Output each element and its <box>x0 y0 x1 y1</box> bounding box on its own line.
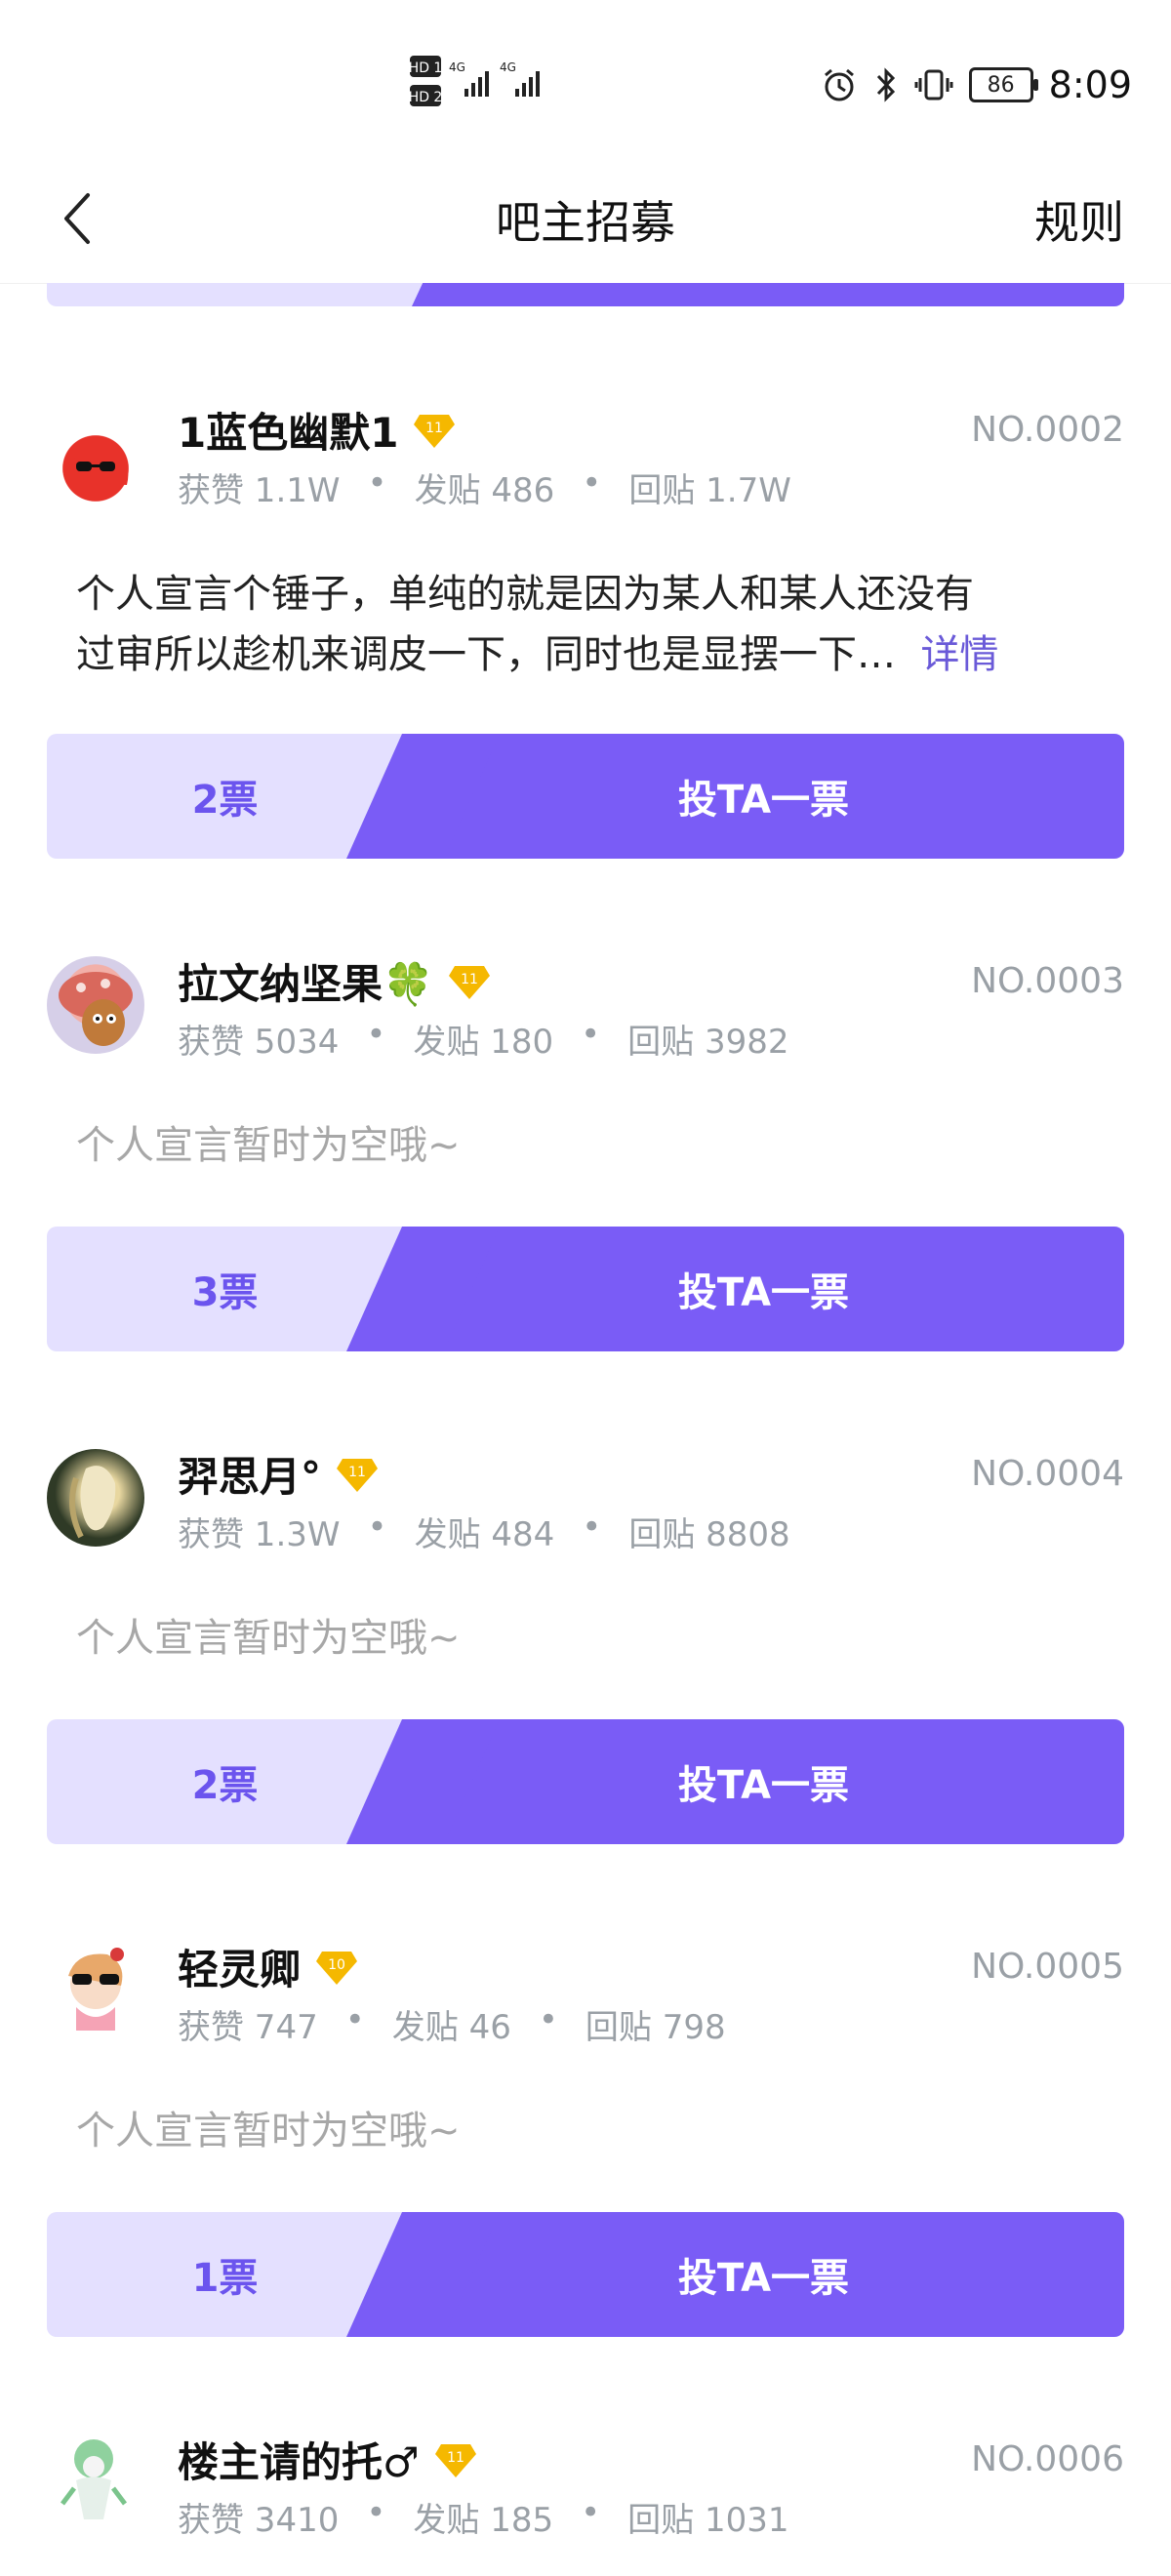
user-name[interactable]: 1蓝色幽默1 <box>178 400 398 460</box>
user-stats: 获赞 3410 • 发贴 185 • 回贴 1031 <box>178 2493 789 2540</box>
detail-link[interactable]: 详情 <box>920 632 998 677</box>
status-time: 8:09 <box>1048 63 1132 106</box>
manifesto: 个人宣言暂时为空哦~ <box>76 1616 461 1661</box>
candidate-number: NO.0005 <box>971 1947 1124 1987</box>
avatar[interactable] <box>47 1449 144 1547</box>
candidate-number: NO.0003 <box>971 961 1124 1001</box>
replies-count: 回贴 8808 <box>628 1515 790 1554</box>
avatar[interactable] <box>47 415 144 512</box>
likes-count: 获赞 1.1W <box>178 471 341 510</box>
avatar-image <box>59 972 133 1046</box>
user-stats: 获赞 1.1W • 发贴 486 • 回贴 1.7W <box>178 463 791 510</box>
avatar-image <box>65 435 129 485</box>
vote-button[interactable]: 投TA一票 <box>403 734 1124 859</box>
avatar-image <box>69 1466 116 1539</box>
level-badge-icon: 11 <box>337 1458 379 1492</box>
previous-vote-bar <box>47 283 1124 306</box>
signal-icons: HD 1 HD 2 4G 4G <box>410 56 540 106</box>
avatar-image <box>68 1948 124 2031</box>
avatar[interactable] <box>47 2430 144 2527</box>
replies-count: 回贴 1.7W <box>628 471 791 510</box>
name-row: 轻灵卿 10 <box>178 1937 359 1996</box>
svg-text:11: 11 <box>447 2450 464 2466</box>
user-name[interactable]: 轻灵卿 <box>178 1937 301 1996</box>
avatar[interactable] <box>47 956 144 1054</box>
vote-bar: 1票 投TA一票 <box>47 2212 1124 2337</box>
status-bar: HD 1 HD 2 4G 4G 86 8:09 <box>0 0 1171 156</box>
vote-count: 3票 <box>191 1270 259 1315</box>
name-row: 楼主请的托♂ 11 <box>178 2430 478 2489</box>
status-right: 86 8:09 <box>821 60 1132 109</box>
name-row: 拉文纳坚果🍀 11 <box>178 951 492 1011</box>
user-name[interactable]: 羿思月° <box>178 1444 321 1504</box>
replies-count: 回贴 3982 <box>627 1023 789 1062</box>
likes-count: 获赞 747 <box>178 2008 318 2047</box>
back-button[interactable] <box>47 180 105 258</box>
svg-text:11: 11 <box>461 972 478 987</box>
user-stats: 获赞 747 • 发贴 46 • 回贴 798 <box>178 2000 726 2047</box>
vibrate-icon <box>914 69 953 101</box>
vote-count: 2票 <box>191 778 259 823</box>
vote-count: 2票 <box>191 1763 259 1808</box>
avatar-image <box>61 2439 127 2519</box>
user-stats: 获赞 5034 • 发贴 180 • 回贴 3982 <box>178 1015 789 1062</box>
manifesto: 个人宣言个锤子，单纯的就是因为某人和某人还没有 过审所以趁机来调皮一下，同时也是… <box>76 572 999 677</box>
chevron-left-icon <box>64 193 90 244</box>
replies-count: 回贴 798 <box>585 2008 726 2047</box>
svg-text:HD 2: HD 2 <box>410 90 442 105</box>
posts-count: 发贴 185 <box>413 2501 554 2540</box>
posts-count: 发贴 180 <box>413 1023 554 1062</box>
level-badge-icon: 11 <box>434 2443 476 2477</box>
posts-count: 发贴 484 <box>414 1515 555 1554</box>
level-badge-icon: 11 <box>414 414 456 448</box>
vote-bar: 2票 投TA一票 <box>47 1719 1124 1844</box>
level-badge-icon: 10 <box>316 1951 358 1985</box>
manifesto: 个人宣言暂时为空哦~ <box>76 1123 461 1168</box>
top-nav: 吧主招募 规则 <box>0 156 1171 284</box>
page-title: 吧主招募 <box>496 196 675 249</box>
likes-count: 获赞 1.3W <box>178 1515 341 1554</box>
candidate-number: NO.0002 <box>971 410 1124 450</box>
vote-button[interactable]: 投TA一票 <box>403 2212 1124 2337</box>
user-name[interactable]: 楼主请的托♂ <box>178 2430 420 2489</box>
svg-text:10: 10 <box>328 1957 345 1973</box>
likes-count: 获赞 5034 <box>178 1023 340 1062</box>
vote-button[interactable]: 投TA一票 <box>403 1719 1124 1844</box>
posts-count: 发贴 46 <box>391 2008 511 2047</box>
level-badge-icon: 11 <box>449 965 491 999</box>
page: HD 1 HD 2 4G 4G 86 8:09 吧主招募 规则 1蓝色幽默1 1… <box>0 0 1171 2576</box>
name-row: 1蓝色幽默1 11 <box>178 400 457 460</box>
svg-text:4G: 4G <box>500 60 516 74</box>
vote-count: 1票 <box>191 2256 259 2301</box>
posts-count: 发贴 486 <box>414 471 555 510</box>
svg-text:11: 11 <box>426 421 444 436</box>
user-stats: 获赞 1.3W • 发贴 484 • 回贴 8808 <box>178 1508 790 1554</box>
vote-bar: 2票 投TA一票 <box>47 734 1124 859</box>
avatar[interactable] <box>47 1937 144 2034</box>
candidate-number: NO.0006 <box>971 2439 1124 2479</box>
bluetooth-icon <box>876 67 895 102</box>
likes-count: 获赞 3410 <box>178 2501 340 2540</box>
svg-text:4G: 4G <box>449 60 465 74</box>
replies-count: 回贴 1031 <box>627 2501 789 2540</box>
vote-button[interactable]: 投TA一票 <box>403 1227 1124 1351</box>
user-name[interactable]: 拉文纳坚果🍀 <box>178 951 433 1011</box>
battery-icon: 86 <box>968 67 1038 102</box>
rules-link[interactable]: 规则 <box>1034 187 1124 252</box>
vote-bar: 3票 投TA一票 <box>47 1227 1124 1351</box>
svg-text:HD 1: HD 1 <box>410 60 442 76</box>
name-row: 羿思月° 11 <box>178 1444 380 1504</box>
manifesto: 个人宣言暂时为空哦~ <box>76 2109 461 2153</box>
svg-text:11: 11 <box>348 1465 366 1480</box>
alarm-icon <box>824 68 854 101</box>
candidate-number: NO.0004 <box>971 1454 1124 1494</box>
